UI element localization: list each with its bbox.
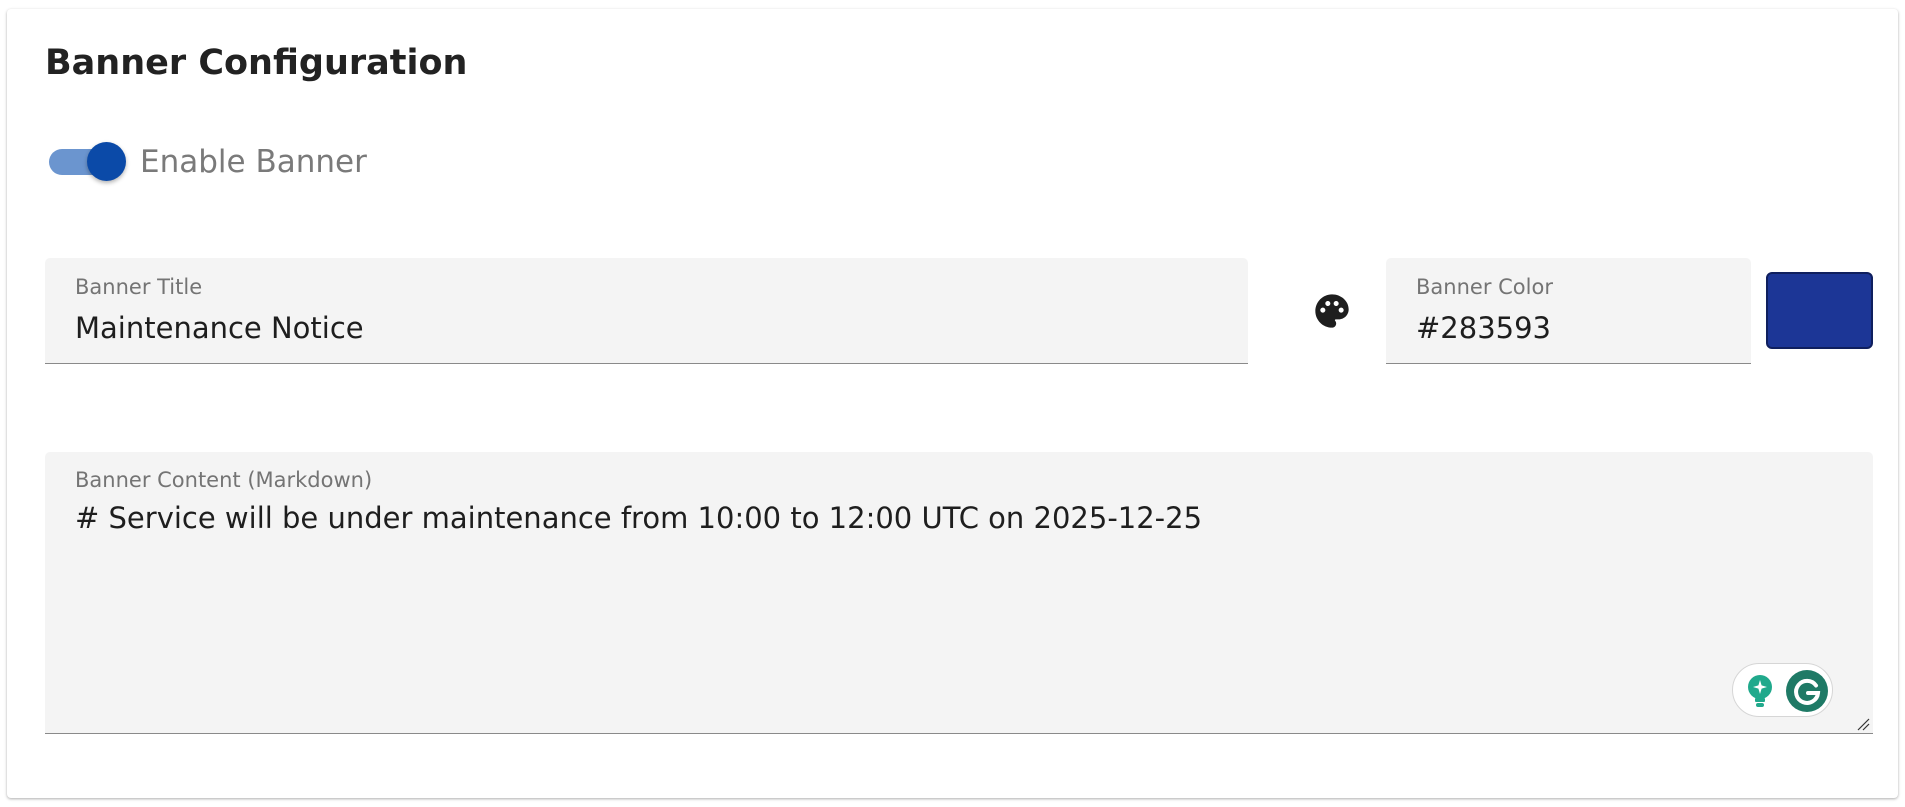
banner-content-field[interactable]: Banner Content (Markdown) # Service will… [45, 452, 1873, 734]
palette-icon [1315, 294, 1349, 328]
toggle-thumb [87, 142, 126, 181]
grammarly-logo-icon[interactable] [1785, 669, 1829, 713]
banner-color-input[interactable]: #283593 [1416, 310, 1551, 346]
banner-color-field[interactable]: Banner Color #283593 [1386, 258, 1751, 364]
banner-title-label: Banner Title [75, 275, 203, 299]
banner-title-input[interactable]: Maintenance Notice [75, 310, 364, 346]
banner-color-label: Banner Color [1416, 275, 1553, 299]
grammarly-widget[interactable] [1732, 663, 1833, 717]
color-swatch-button[interactable] [1766, 272, 1873, 349]
resize-handle-icon[interactable] [1856, 717, 1870, 731]
banner-title-field[interactable]: Banner Title Maintenance Notice [45, 258, 1248, 364]
enable-banner-label: Enable Banner [140, 144, 367, 180]
lightbulb-icon[interactable] [1745, 674, 1775, 708]
banner-configuration-card: Banner Configuration Enable Banner Banne… [7, 9, 1898, 798]
banner-content-label: Banner Content (Markdown) [75, 468, 373, 492]
banner-content-textarea[interactable]: # Service will be under maintenance from… [75, 500, 1202, 536]
page-title: Banner Configuration [45, 43, 468, 83]
enable-banner-toggle[interactable] [47, 140, 126, 184]
